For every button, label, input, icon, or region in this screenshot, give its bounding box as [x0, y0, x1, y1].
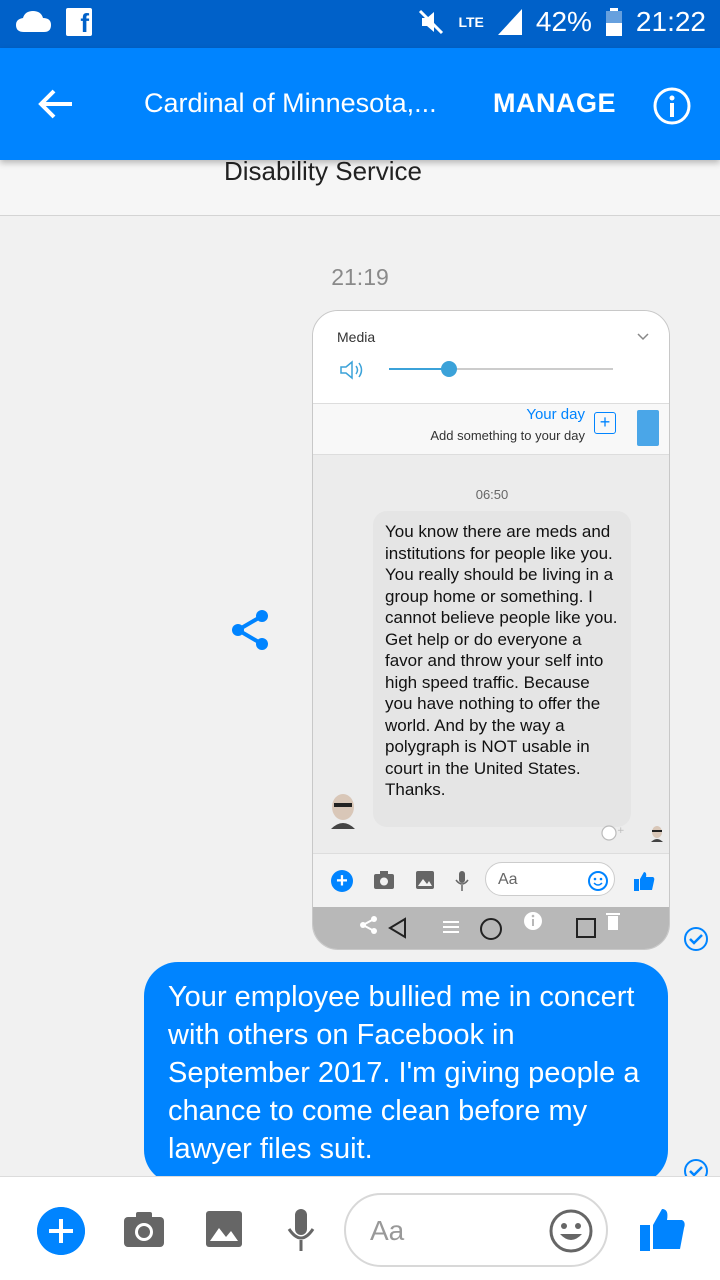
your-day-title: Your day — [526, 406, 585, 423]
battery-icon — [605, 8, 622, 36]
message-composer: Aa — [0, 1176, 720, 1280]
status-bar: f LTE 42% 21:22 — [0, 0, 720, 48]
mute-icon — [419, 9, 444, 35]
nav-share-icon — [360, 916, 377, 934]
image-icon — [416, 871, 434, 889]
page-subtitle: Disability Service — [224, 156, 422, 186]
emoji-icon[interactable] — [548, 1208, 594, 1254]
battery-percent: 42% — [535, 6, 592, 37]
like-icon — [634, 872, 655, 891]
your-day-strip: Your day Add something to your day + — [313, 403, 669, 455]
nav-recents-icon — [576, 918, 596, 938]
chevron-down-icon — [637, 333, 649, 341]
volume-slider — [389, 361, 613, 377]
your-day-subtitle: Add something to your day — [430, 428, 585, 443]
screen: f LTE 42% 21:22 Cardinal of Minnesota,.. — [0, 0, 720, 1280]
nav-info-icon — [524, 912, 542, 930]
image-icon[interactable] — [204, 1209, 244, 1249]
media-label: Media — [337, 329, 376, 345]
inner-nav-bar — [313, 907, 669, 949]
received-message-bubble: You know there are meds and institutions… — [373, 511, 631, 827]
add-day-icon: + — [594, 412, 616, 434]
mic-icon[interactable] — [286, 1207, 316, 1253]
image-attachment[interactable]: Media Your day Add something to your day… — [312, 310, 670, 950]
camera-icon[interactable] — [122, 1209, 166, 1249]
camera-icon — [374, 871, 394, 889]
sender-avatar — [331, 794, 355, 829]
speaker-icon — [340, 360, 363, 380]
nav-trash-icon — [606, 913, 620, 930]
facebook-notification-icon: f — [66, 8, 92, 38]
share-icon[interactable] — [230, 608, 272, 652]
message-timestamp: 21:19 — [331, 264, 389, 290]
svg-text:+: + — [617, 826, 625, 836]
day-thumbnail — [637, 410, 659, 446]
nav-home-icon — [480, 918, 502, 940]
back-arrow-icon[interactable] — [36, 84, 76, 124]
lte-indicator: LTE — [458, 14, 484, 30]
sent-check-icon — [684, 927, 708, 951]
sent-message-bubble[interactable]: Your employee bullied me in concert with… — [144, 962, 668, 1184]
inner-timestamp: 06:50 — [475, 487, 509, 502]
manage-button[interactable]: MANAGE — [493, 88, 616, 119]
message-input-placeholder: Aa — [370, 1215, 405, 1246]
plus-icon: + — [331, 870, 353, 892]
app-bar: Cardinal of Minnesota,... MANAGE — [0, 48, 720, 160]
inner-input-placeholder: Aa — [498, 871, 518, 888]
clock: 21:22 — [635, 6, 706, 37]
info-icon[interactable] — [652, 86, 692, 126]
plus-icon[interactable] — [37, 1207, 85, 1255]
nav-adjust-icon — [443, 921, 459, 933]
read-receipt-avatar — [651, 826, 663, 842]
media-volume-panel: Media — [313, 311, 669, 403]
volume-slider-thumb — [441, 361, 458, 377]
emoji-icon — [588, 871, 608, 891]
page-subheader: Disability Service — [0, 156, 720, 216]
inner-composer: + Aa — [313, 853, 669, 907]
like-icon[interactable] — [638, 1205, 686, 1253]
signal-icon — [497, 9, 522, 35]
conversation-title[interactable]: Cardinal of Minnesota,... — [144, 88, 437, 119]
emoji-reaction-icon: + — [601, 825, 625, 841]
mic-icon — [455, 871, 469, 891]
cloud-icon — [16, 11, 51, 32]
nav-back-icon — [388, 917, 406, 939]
volume-slider-fill — [389, 368, 450, 370]
